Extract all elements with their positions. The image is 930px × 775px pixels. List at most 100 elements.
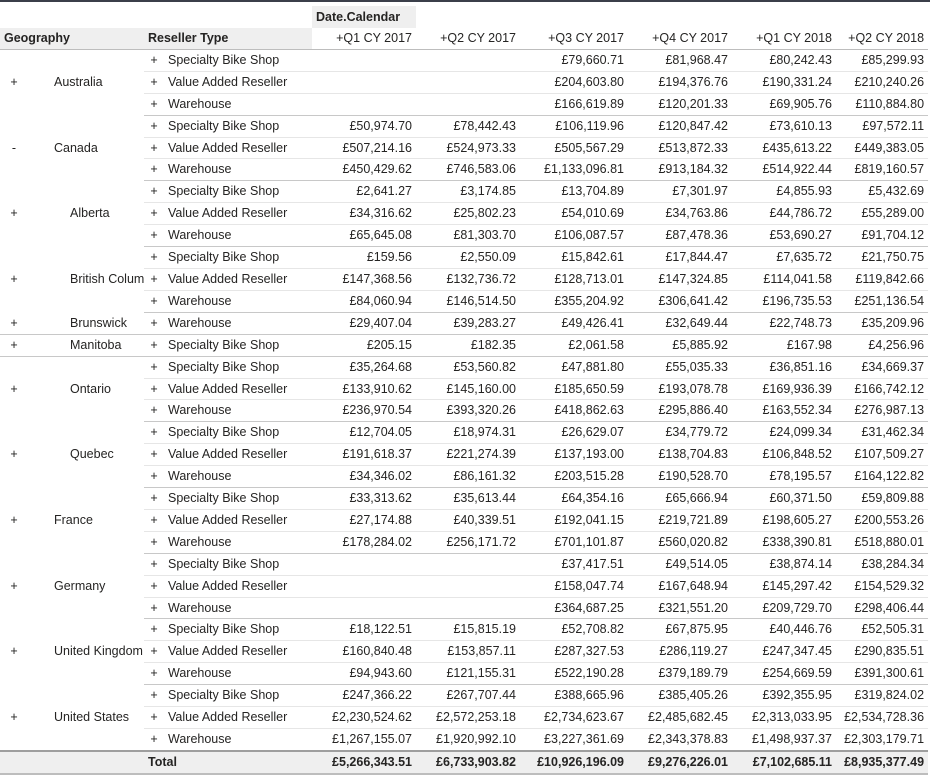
value-cell: £65,645.08 [312, 224, 416, 248]
expand-toggle[interactable]: + [0, 181, 26, 247]
expand-toggle[interactable]: + [144, 662, 164, 686]
date-hierarchy-header[interactable]: Date.Calendar [312, 6, 416, 28]
value-cell: £295,886.40 [628, 399, 732, 423]
value-cell: £145,297.42 [732, 575, 836, 598]
expand-toggle[interactable]: + [144, 115, 164, 138]
value-cell: £701,101.87 [520, 531, 628, 554]
expand-toggle[interactable]: + [144, 421, 164, 445]
value-cell: £34,763.86 [628, 202, 732, 226]
expand-toggle[interactable]: + [0, 422, 26, 488]
expand-toggle[interactable]: + [144, 180, 164, 204]
expand-toggle[interactable]: + [144, 268, 164, 291]
value-cell: £1,920,992.10 [416, 728, 520, 752]
quarter-header[interactable]: +Q2 CY 2017 [416, 28, 520, 50]
expand-toggle[interactable]: + [144, 706, 164, 729]
value-cell: £64,354.16 [520, 487, 628, 510]
expand-toggle[interactable]: + [144, 509, 164, 532]
geography-header[interactable]: Geography [0, 28, 144, 50]
expand-toggle[interactable]: + [144, 224, 164, 248]
reseller-type-label: Specialty Bike Shop [164, 246, 312, 269]
expand-toggle[interactable]: + [144, 49, 164, 72]
value-cell: £338,390.81 [732, 531, 836, 554]
expand-toggle[interactable]: + [144, 728, 164, 752]
value-cell: £38,874.14 [732, 553, 836, 576]
expand-toggle[interactable]: + [144, 575, 164, 598]
expand-toggle[interactable]: + [144, 158, 164, 182]
expand-toggle[interactable]: + [0, 619, 26, 685]
value-cell: £114,041.58 [732, 268, 836, 291]
expand-toggle[interactable]: + [144, 71, 164, 94]
reseller-type-label: Warehouse [164, 531, 312, 554]
value-cell: £29,407.04 [312, 312, 416, 335]
value-cell: £18,974.31 [416, 421, 520, 445]
expand-toggle[interactable]: + [144, 640, 164, 664]
value-cell [312, 553, 416, 576]
value-cell: £306,641.42 [628, 290, 732, 313]
geography-label: France [54, 512, 93, 527]
expand-toggle[interactable]: + [0, 553, 26, 619]
expand-toggle[interactable]: + [144, 399, 164, 423]
expand-toggle[interactable]: + [144, 378, 164, 401]
expand-toggle[interactable]: + [144, 487, 164, 510]
value-cell: £190,331.24 [732, 71, 836, 94]
value-cell: £392,355.95 [732, 684, 836, 708]
value-cell: £138,704.83 [628, 443, 732, 467]
quarter-header[interactable]: +Q4 CY 2017 [628, 28, 732, 50]
expand-toggle[interactable]: + [0, 49, 26, 115]
value-cell: £31,462.34 [836, 421, 929, 445]
quarter-header[interactable]: +Q1 CY 2018 [732, 28, 836, 50]
expand-toggle[interactable]: + [144, 465, 164, 489]
reseller-type-label: Value Added Reseller [164, 268, 312, 291]
value-cell: £94,943.60 [312, 662, 416, 686]
value-cell: £560,020.82 [628, 531, 732, 554]
expand-toggle[interactable]: + [144, 334, 164, 357]
value-cell: £137,193.00 [520, 443, 628, 467]
expand-toggle[interactable]: + [144, 684, 164, 708]
value-cell: £35,209.96 [836, 312, 929, 335]
expand-toggle[interactable]: + [144, 443, 164, 467]
collapse-toggle[interactable]: - [0, 115, 26, 181]
value-cell: £128,713.01 [520, 268, 628, 291]
expand-toggle[interactable]: + [144, 531, 164, 554]
value-cell: £913,184.32 [628, 158, 732, 182]
value-cell: £53,560.82 [416, 356, 520, 379]
value-cell: £40,339.51 [416, 509, 520, 532]
expand-toggle[interactable]: + [0, 312, 26, 335]
value-cell: £87,478.36 [628, 224, 732, 248]
value-cell: £198,605.27 [732, 509, 836, 532]
expand-toggle[interactable]: + [0, 247, 26, 313]
expand-toggle[interactable]: + [0, 488, 26, 554]
reseller-type-label: Warehouse [164, 597, 312, 620]
expand-toggle[interactable]: + [144, 356, 164, 379]
value-cell: £164,122.82 [836, 465, 929, 489]
expand-toggle[interactable]: + [144, 597, 164, 620]
value-cell: £35,613.44 [416, 487, 520, 510]
geography-label: Canada [54, 140, 98, 155]
expand-toggle[interactable]: + [144, 137, 164, 160]
quarter-header[interactable]: +Q3 CY 2017 [520, 28, 628, 50]
quarter-header[interactable]: +Q2 CY 2018 [836, 28, 929, 50]
expand-toggle[interactable]: + [0, 334, 26, 357]
quarter-header[interactable]: +Q1 CY 2017 [312, 28, 416, 50]
value-cell: £524,973.33 [416, 137, 520, 160]
expand-toggle[interactable]: + [144, 290, 164, 313]
geography-label: Ontario [70, 381, 111, 396]
reseller-type-label: Specialty Bike Shop [164, 49, 312, 72]
expand-toggle[interactable]: + [144, 553, 164, 576]
value-cell: £193,078.78 [628, 378, 732, 401]
value-cell: £37,417.51 [520, 553, 628, 576]
expand-toggle[interactable]: + [144, 246, 164, 269]
expand-toggle[interactable]: + [0, 356, 26, 422]
value-cell: £15,815.19 [416, 618, 520, 642]
reseller-type-header[interactable]: Reseller Type [144, 28, 312, 50]
value-cell: £145,160.00 [416, 378, 520, 401]
expand-toggle[interactable]: + [144, 202, 164, 226]
value-cell: £522,190.28 [520, 662, 628, 686]
expand-toggle[interactable]: + [144, 618, 164, 642]
value-cell: £298,406.44 [836, 597, 929, 620]
reseller-type-label: Value Added Reseller [164, 378, 312, 401]
expand-toggle[interactable]: + [144, 312, 164, 335]
expand-toggle[interactable]: + [144, 93, 164, 116]
value-cell: £209,729.70 [732, 597, 836, 620]
expand-toggle[interactable]: + [0, 685, 26, 751]
